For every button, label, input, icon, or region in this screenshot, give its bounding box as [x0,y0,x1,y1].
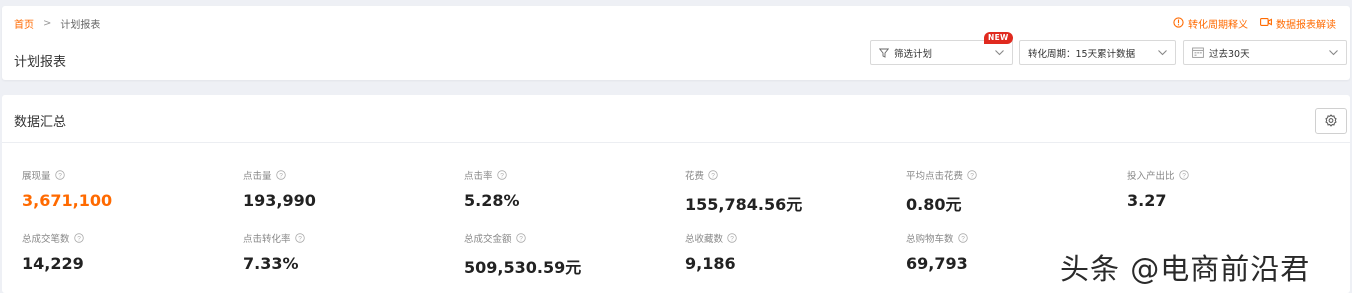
help-circle-icon[interactable]: ? [73,233,84,243]
metric-value: 9,186 [685,254,736,273]
conversion-cycle-select[interactable]: 转化周期：15天累计数据 [1019,40,1176,65]
metric-label: 总成交金额 [464,234,512,245]
help-circle-icon[interactable]: ? [54,170,65,180]
page-title: 计划报表 [14,55,67,70]
metric-label: 点击转化率 [243,234,291,245]
metric-total-orders: 总成交笔数? 14,229 [22,231,84,273]
metric-total-gmv: 总成交金额? 509,530.59元 [464,231,581,278]
metric-label: 总收藏数 [685,234,724,245]
gear-icon [1324,114,1338,128]
metric-label: 展现量 [22,171,51,182]
breadcrumb-current: 计划报表 [60,20,101,31]
svg-text:?: ? [58,172,62,179]
help-circle-icon[interactable]: ? [275,170,286,180]
metric-value: 3,671,100 [22,191,113,210]
help-circle-icon[interactable]: ? [496,170,507,180]
conversion-cycle-help-label: 转化周期释义 [1188,20,1248,31]
metric-value: 193,990 [243,191,316,210]
metric-label: 投入产出比 [1127,171,1175,182]
header-links: 转化周期释义 数据报表解读 [1173,16,1336,31]
metric-clicks: 点击量? 193,990 [243,168,316,210]
date-range-select[interactable]: 过去30天 [1183,40,1347,65]
help-circle-icon[interactable]: ? [708,170,718,180]
metric-impressions: 展现量? 3,671,100 [22,168,112,210]
metric-label: 花费 [685,171,705,182]
svg-text:?: ? [730,235,734,242]
metric-value: 0.80元 [906,195,962,214]
help-circle-icon[interactable]: ? [727,233,737,243]
metric-spend: 花费? 155,784.56元 [685,168,802,215]
metric-value: 14,229 [22,254,84,273]
info-circle-icon [1173,16,1184,31]
chevron-down-icon [1328,47,1339,61]
metric-value: 69,793 [906,254,968,273]
new-badge: NEW [984,32,1013,44]
metric-conversion-rate: 点击转化率? 7.33% [243,231,305,273]
svg-text:?: ? [519,235,523,242]
svg-text:?: ? [298,235,302,242]
svg-text:?: ? [1182,172,1186,179]
breadcrumb-separator-icon: > [43,18,52,29]
metric-value: 7.33% [243,254,299,273]
svg-text:?: ? [279,172,283,179]
watermark-text: 头条 @电商前沿君 [1060,252,1311,286]
metric-settings-button[interactable] [1315,108,1347,134]
metric-value: 3.27 [1127,191,1167,210]
calendar-icon [1192,47,1204,58]
metric-label: 总购物车数 [906,234,954,245]
metric-value: 5.28% [464,191,520,210]
summary-title: 数据汇总 [14,115,67,130]
conversion-cycle-label: 转化周期：15天累计数据 [1028,48,1136,60]
metric-label: 平均点击花费 [906,171,964,182]
conversion-cycle-help-link[interactable]: 转化周期释义 [1173,16,1248,31]
help-circle-icon[interactable]: ? [515,233,526,243]
metric-ctr: 点击率? 5.28% [464,168,520,210]
svg-text:?: ? [500,172,504,179]
report-guide-label: 数据报表解读 [1276,20,1336,31]
funnel-icon [879,48,889,58]
breadcrumb: 首页 > 计划报表 [14,16,100,31]
metric-label: 点击率 [464,171,493,182]
metric-total-carts: 总购物车数? 69,793 [906,231,968,273]
metric-value: 155,784.56元 [685,195,803,214]
help-circle-icon[interactable]: ? [967,170,977,180]
video-icon [1260,17,1272,30]
breadcrumb-home-link[interactable]: 首页 [14,16,34,31]
metric-value: 509,530.59元 [464,258,582,277]
date-range-label: 过去30天 [1209,48,1250,60]
help-circle-icon[interactable]: ? [1178,170,1189,180]
svg-text:?: ? [970,172,974,179]
metric-label: 总成交笔数 [22,234,70,245]
metric-total-favorites: 总收藏数? 9,186 [685,231,737,273]
metric-label: 点击量 [243,171,272,182]
svg-text:?: ? [77,235,81,242]
summary-divider [2,142,1350,143]
metric-avg-cpc: 平均点击花费? 0.80元 [906,168,977,215]
metric-roi: 投入产出比? 3.27 [1127,168,1189,210]
plan-filter-label: 筛选计划 [894,48,933,60]
svg-text:?: ? [961,235,965,242]
report-guide-link[interactable]: 数据报表解读 [1260,16,1336,31]
help-circle-icon[interactable]: ? [957,233,968,243]
chevron-down-icon [1157,47,1168,61]
svg-text:?: ? [711,172,715,179]
help-circle-icon[interactable]: ? [294,233,305,243]
chevron-down-icon [994,47,1005,61]
